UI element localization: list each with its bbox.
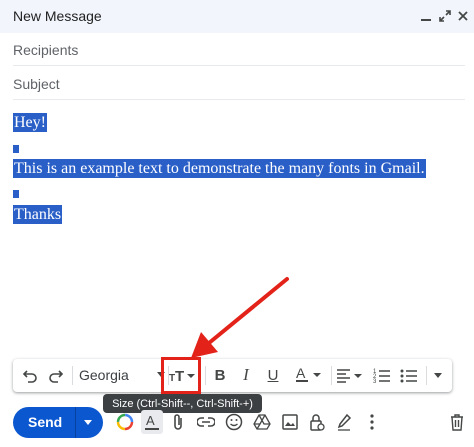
link-icon[interactable]	[196, 412, 216, 432]
numbered-list-icon[interactable]: 1 2 3	[371, 363, 393, 387]
photo-icon[interactable]	[280, 412, 300, 432]
font-name-label: Georgia	[79, 367, 129, 383]
discard-icon[interactable]	[447, 412, 467, 432]
signature-icon[interactable]	[334, 412, 354, 432]
more-options-icon[interactable]	[362, 412, 382, 432]
formatting-options-icon[interactable]: A	[141, 410, 163, 434]
formatting-toolbar: Georgia T T B I U A 1 2 3	[13, 359, 452, 392]
toolbar-separator	[426, 366, 427, 385]
redo-icon[interactable]	[45, 363, 67, 387]
size-tooltip: Size (Ctrl-Shift--, Ctrl-Shift-+)	[103, 394, 262, 413]
align-icon[interactable]	[335, 363, 365, 387]
send-options-chevron-icon[interactable]	[84, 420, 92, 425]
italic-icon[interactable]: I	[236, 363, 256, 387]
more-formatting-icon[interactable]	[429, 363, 447, 387]
font-select[interactable]: Georgia	[79, 363, 165, 387]
underline-icon[interactable]: U	[263, 363, 283, 387]
emoji-icon[interactable]	[224, 412, 244, 432]
bulleted-list-icon[interactable]	[398, 363, 420, 387]
size-button-highlight	[161, 357, 201, 394]
confidential-icon[interactable]	[307, 412, 327, 432]
undo-icon[interactable]	[19, 363, 41, 387]
bold-icon[interactable]: B	[210, 363, 230, 387]
svg-text:A: A	[146, 413, 155, 428]
toolbar-separator	[331, 366, 332, 385]
toolbar-separator	[72, 366, 73, 385]
drive-icon[interactable]	[252, 412, 272, 432]
text-color-icon[interactable]: A	[292, 363, 326, 387]
send-label: Send	[28, 414, 63, 430]
attach-icon[interactable]	[168, 412, 188, 432]
svg-text:A: A	[296, 366, 306, 381]
ai-assist-icon[interactable]	[115, 412, 135, 432]
svg-text:3: 3	[373, 379, 377, 383]
toolbar-separator	[205, 366, 206, 385]
send-button[interactable]: Send	[13, 407, 103, 438]
send-divider	[75, 407, 76, 438]
